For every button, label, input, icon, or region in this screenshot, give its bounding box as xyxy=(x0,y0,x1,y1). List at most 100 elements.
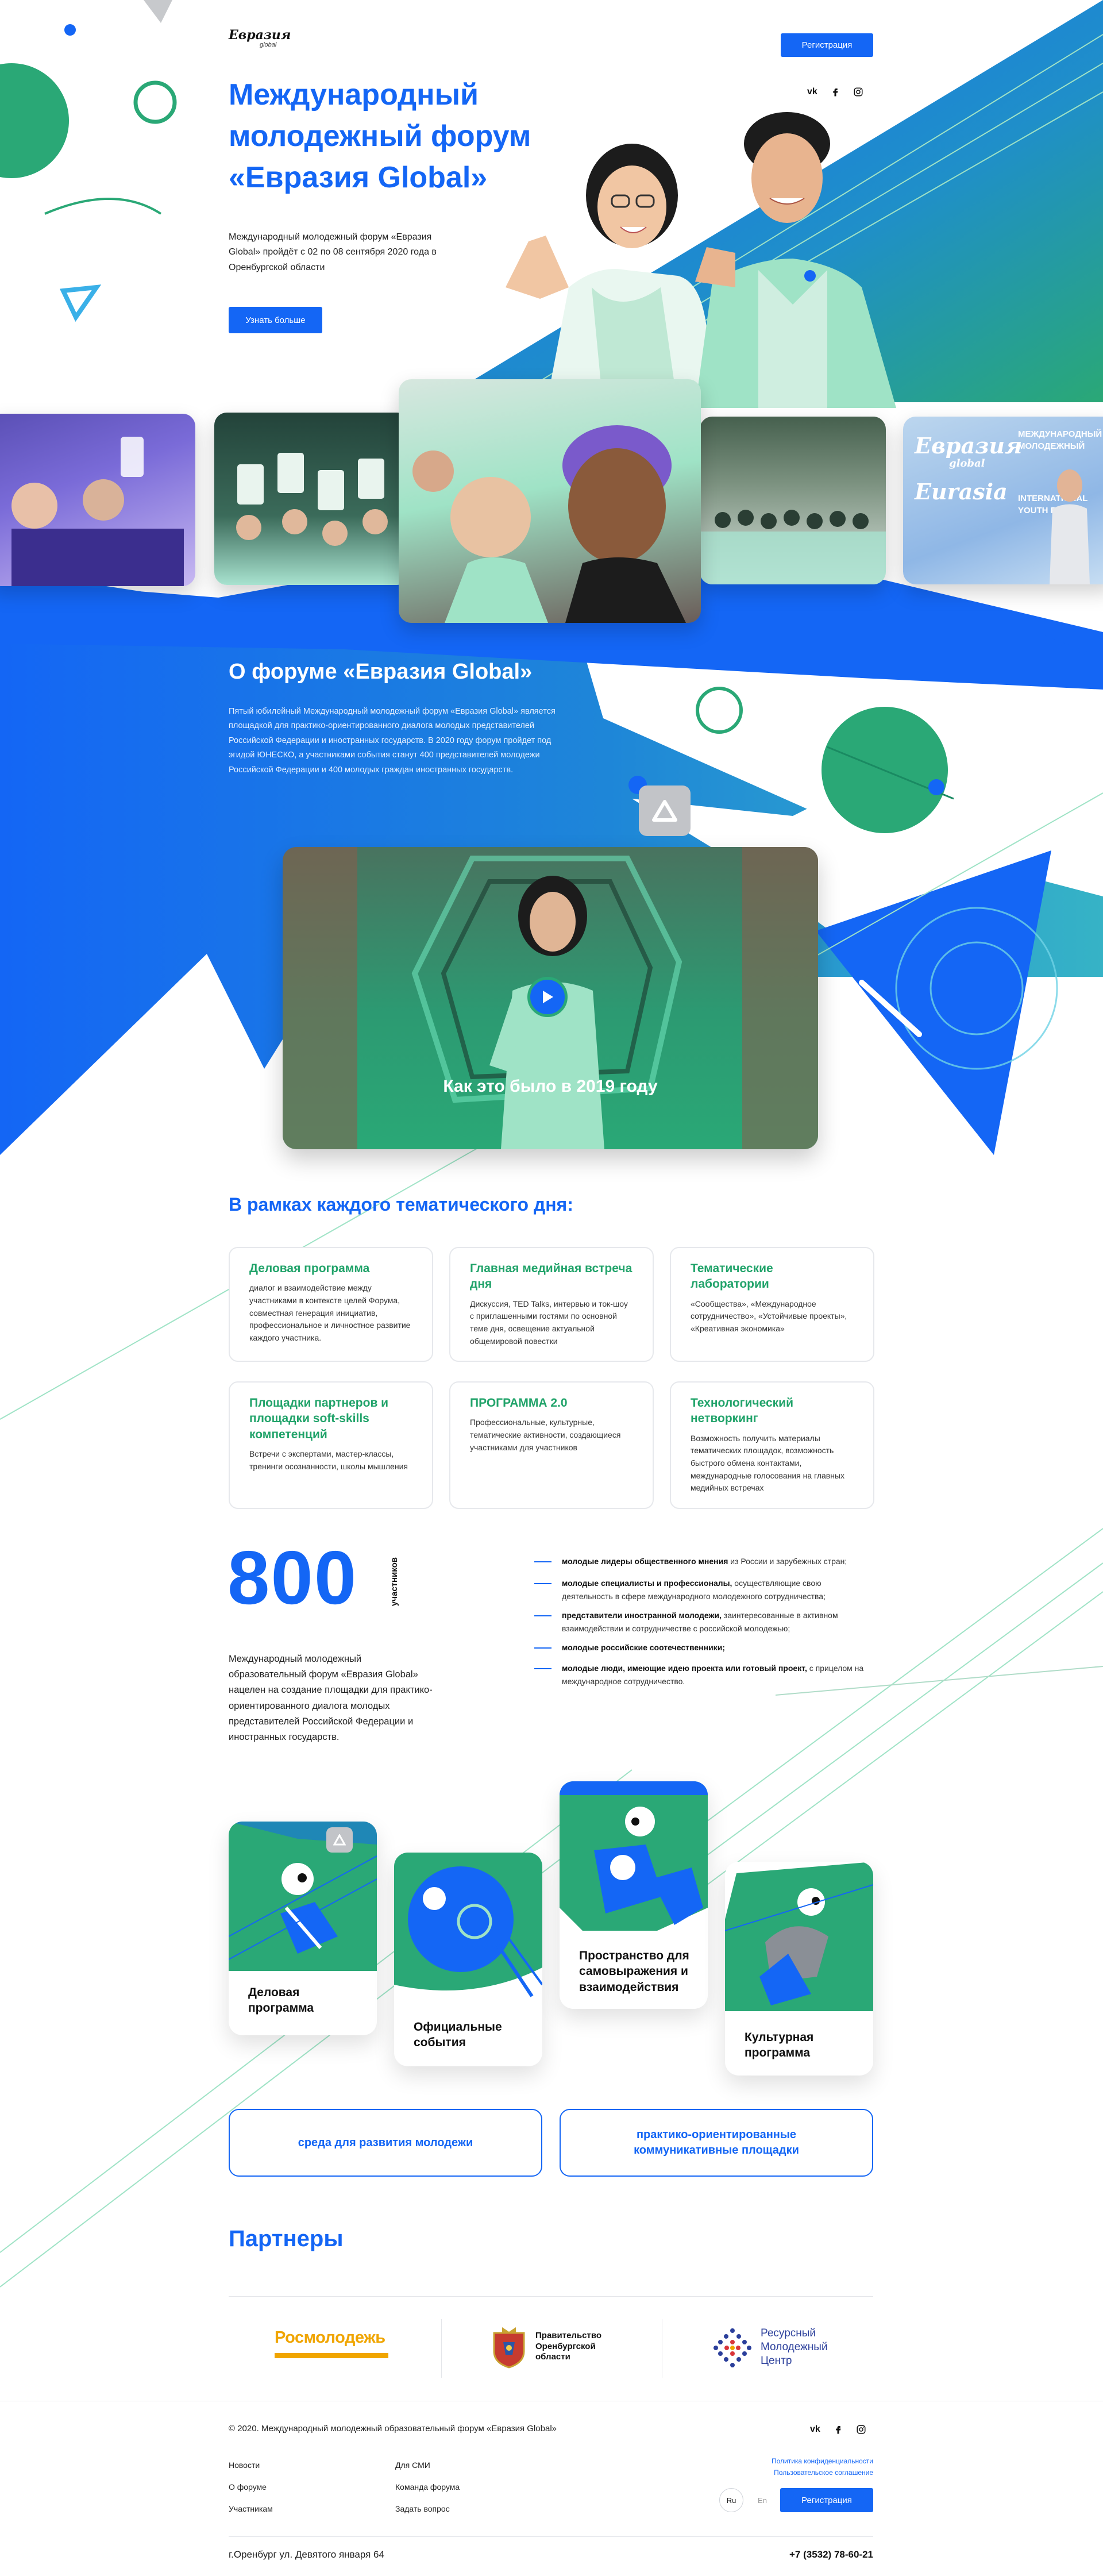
card-text: Профессиональные, культурные, тематическ… xyxy=(470,1418,621,1452)
card-text: «Сообщества», «Международное сотрудничес… xyxy=(691,1299,847,1333)
thematic-card-4: Площадки партнеров и площадки soft-skill… xyxy=(229,1381,433,1509)
about-text: Пятый юбилейный Международный молодежный… xyxy=(229,707,556,775)
gallery-photo-4[interactable] xyxy=(700,417,886,584)
stats-text: Международный молодежный образовательный… xyxy=(229,1654,433,1743)
audience-bold: молодые люди, имеющие идею проекта или г… xyxy=(562,1664,807,1673)
audience-bold: представители иностранной молодежи, xyxy=(562,1611,722,1620)
card-title: Технологический нетворкинг xyxy=(691,1396,794,1426)
audience-bold: молодые лидеры общественного мнения xyxy=(562,1557,728,1566)
logo[interactable]: Евразия global xyxy=(229,28,298,56)
audience-item-4: молодые российские соотечественники; xyxy=(534,1641,873,1654)
partner-name: Ресурсный Молодежный Центр xyxy=(761,2327,828,2367)
program-card-label: Пространство для самовыражения и взаимод… xyxy=(579,1949,689,1994)
triangle-badge xyxy=(639,785,691,836)
card-title: ПРОГРАММА 2.0 xyxy=(470,1396,568,1410)
thematic-card-6: Технологический нетворкинг Возможность п… xyxy=(670,1381,874,1509)
footer-register-button[interactable]: Регистрация xyxy=(780,2488,873,2512)
resource-center-logo-icon xyxy=(714,2328,751,2367)
lang-en-button[interactable]: En xyxy=(750,2488,774,2512)
partners-title: Партнеры xyxy=(229,2226,344,2251)
audience-bold: молодые российские соотечественники; xyxy=(562,1643,725,1652)
pill-youth-environment[interactable]: среда для развития молодежи xyxy=(229,2109,542,2177)
vk-icon[interactable]: vk xyxy=(810,2424,820,2435)
thematic-card-2: Главная медийная встреча дня Дискуссия, … xyxy=(449,1247,654,1362)
culture-illustration xyxy=(725,1862,873,2011)
vk-icon[interactable]: vk xyxy=(807,87,817,97)
footer-link-media[interactable]: Для СМИ xyxy=(395,2461,430,2470)
thematic-card-5: ПРОГРАММА 2.0 Профессиональные, культурн… xyxy=(449,1381,654,1509)
card-title: Площадки партнеров и площадки soft-skill… xyxy=(249,1396,389,1441)
gallery-photo-1[interactable] xyxy=(0,414,195,586)
rosmolodezh-underline xyxy=(275,2353,388,2358)
footer-link-participants[interactable]: Участникам xyxy=(229,2504,273,2513)
thematic-title: В рамках каждого тематического дня: xyxy=(229,1194,573,1215)
audience-item-2: молодые специалисты и профессионалы, осу… xyxy=(534,1577,873,1603)
instagram-icon[interactable] xyxy=(853,87,863,97)
card-title: Деловая программа xyxy=(249,1262,370,1275)
program-card-culture[interactable]: Культурная программа xyxy=(725,1862,873,2076)
program-card-selfexpression[interactable]: Пространство для самовыражения и взаимод… xyxy=(560,1781,708,2009)
partners-divider xyxy=(229,2296,873,2297)
partners-separator-1 xyxy=(441,2319,442,2378)
footer-address: г.Оренбург ул. Девятого января 64 xyxy=(229,2549,384,2560)
card-text: диалог и взаимодействие между участникам… xyxy=(249,1283,411,1343)
footer-link-ask[interactable]: Задать вопрос xyxy=(395,2504,450,2513)
audience-item-1: молодые лидеры общественного мнения из Р… xyxy=(534,1555,873,1568)
logo-text: Евразия xyxy=(229,28,291,43)
gallery-photo-5[interactable]: Евразия global Eurasia МЕЖДУНАРОДНЫЙ МОЛ… xyxy=(903,417,1103,584)
program-card-label: Официальные события xyxy=(414,2020,502,2050)
footer-phone[interactable]: +7 (3532) 78-60-21 xyxy=(747,2549,873,2560)
card-title: Главная медийная встреча дня xyxy=(470,1262,633,1291)
business-illustration xyxy=(229,1822,377,1971)
program-card-business[interactable]: Деловая программа xyxy=(229,1822,377,2035)
selfexpression-illustration xyxy=(560,1781,708,1942)
learn-more-button[interactable]: Узнать больше xyxy=(229,307,322,333)
footer-link-news[interactable]: Новости xyxy=(229,2461,260,2470)
gallery-photo-3[interactable] xyxy=(399,379,701,623)
card-text: Дискуссия, TED Talks, интервью и ток-шоу… xyxy=(470,1299,628,1346)
hero-text: Международный молодежный форум «Евразия … xyxy=(229,232,437,272)
program-card-label: Культурная программа xyxy=(745,2031,814,2060)
about-title: О форуме «Евразия Global» xyxy=(229,660,533,684)
lang-ru-button[interactable]: Ru xyxy=(719,2488,743,2512)
play-button[interactable] xyxy=(527,977,568,1017)
video-player[interactable]: Как это было в 2019 году xyxy=(283,847,818,1149)
partner-orenburg-gov[interactable]: Правительство Оренбургской области xyxy=(491,2324,628,2370)
audience-bold: молодые специалисты и профессионалы, xyxy=(562,1578,732,1588)
partner-rosmolodezh[interactable]: Росмолодежь xyxy=(275,2328,389,2365)
thematic-card-3: Тематические лаборатории «Сообщества», «… xyxy=(670,1247,874,1362)
gallery-photo-2[interactable] xyxy=(214,413,410,585)
official-illustration xyxy=(394,1853,542,2008)
play-icon xyxy=(543,991,553,1003)
audience-rest: из России и зарубежных стран; xyxy=(728,1557,847,1566)
footer-privacy-link[interactable]: Политика конфиденциальности xyxy=(758,2457,873,2465)
footer-bottom-divider xyxy=(229,2536,873,2537)
footer-social: vk xyxy=(810,2423,879,2436)
audience-item-5: молодые люди, имеющие идею проекта или г… xyxy=(534,1662,873,1688)
footer-copyright: © 2020. Международный молодежный образов… xyxy=(229,2424,557,2433)
card-text: Встречи с экспертами, мастер-классы, тре… xyxy=(249,1449,408,1471)
coat-of-arms-icon xyxy=(493,2327,525,2369)
footer-link-about[interactable]: О форуме xyxy=(229,2482,267,2492)
partner-name: Росмолодежь xyxy=(275,2328,385,2347)
audience-item-3: представители иностранной молодежи, заин… xyxy=(534,1609,873,1635)
card-triangle-badge xyxy=(326,1827,353,1853)
card-text: Возможность получить материалы тематичес… xyxy=(691,1433,845,1493)
video-caption: Как это было в 2019 году xyxy=(443,1077,658,1096)
program-card-label: Деловая программа xyxy=(248,1986,314,2015)
stats-unit: участников xyxy=(389,1557,399,1607)
pill-communication-platforms[interactable]: практико-ориентированные коммуникативные… xyxy=(560,2109,873,2177)
program-card-official[interactable]: Официальные события xyxy=(394,1853,542,2066)
hero-people-photo xyxy=(506,112,896,408)
thematic-card-1: Деловая программа диалог и взаимодействи… xyxy=(229,1247,433,1362)
social-links: vk xyxy=(807,85,876,99)
partner-resource-center[interactable]: Ресурсный Молодежный Центр xyxy=(712,2327,862,2367)
footer-agreement-link[interactable]: Пользовательское соглашение xyxy=(758,2469,873,2477)
instagram-icon[interactable] xyxy=(856,2424,866,2435)
facebook-icon[interactable] xyxy=(830,87,840,97)
footer-link-team[interactable]: Команда форума xyxy=(395,2482,460,2492)
facebook-icon[interactable] xyxy=(833,2424,843,2435)
card-title: Тематические лаборатории xyxy=(691,1262,773,1291)
register-button[interactable]: Регистрация xyxy=(781,33,873,57)
stats-number: 800 xyxy=(227,1535,358,1620)
